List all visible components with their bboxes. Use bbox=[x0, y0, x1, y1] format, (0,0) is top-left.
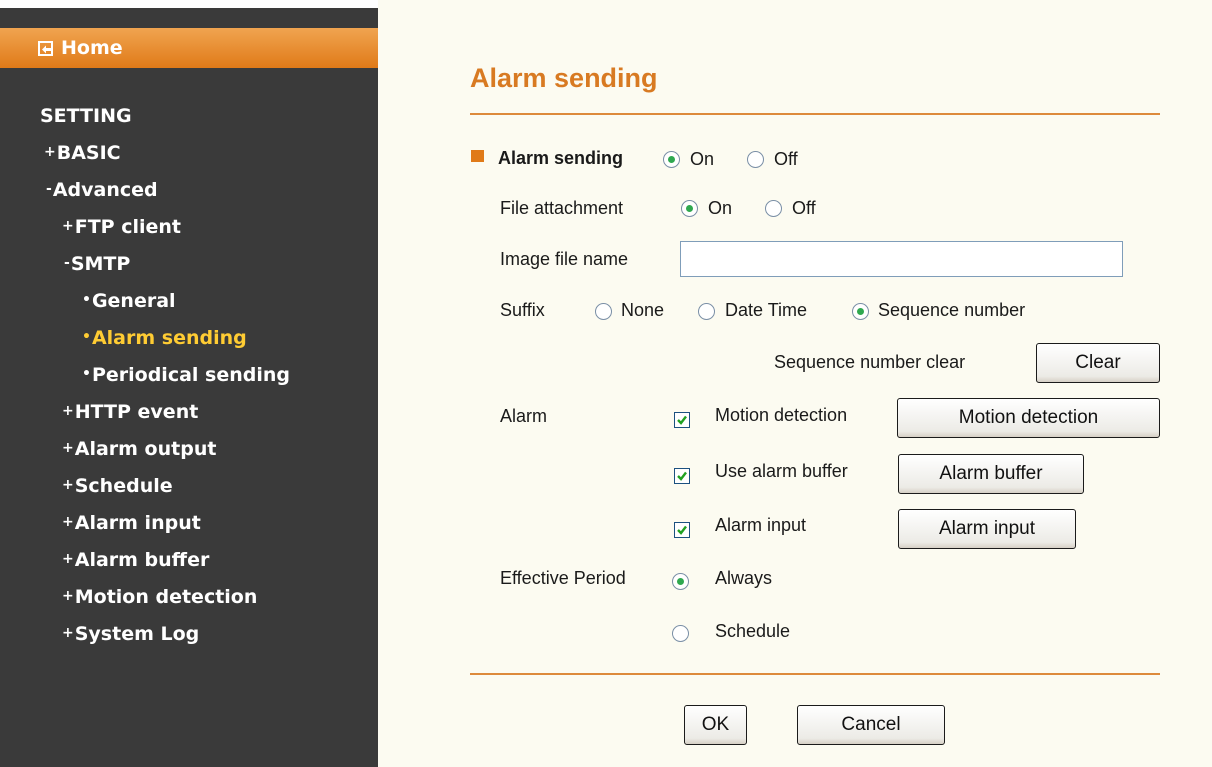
nav-item-general[interactable]: •General bbox=[82, 290, 176, 312]
file-attachment-off-radio[interactable] bbox=[765, 200, 782, 217]
use-alarm-buffer-label: Use alarm buffer bbox=[715, 461, 848, 481]
alarm-input-checkbox[interactable] bbox=[674, 522, 690, 538]
section-bullet-icon bbox=[471, 150, 484, 162]
alarm-buffer-button[interactable]: Alarm buffer bbox=[898, 454, 1084, 494]
checkmark-icon bbox=[677, 525, 687, 535]
sequence-number-clear-label: Sequence number clear bbox=[774, 352, 966, 372]
nav-item-smtp[interactable]: -SMTP bbox=[64, 253, 130, 275]
nav-item-schedule[interactable]: +Schedule bbox=[62, 475, 173, 497]
page-title: Alarm sending bbox=[470, 63, 658, 93]
back-arrow-icon bbox=[38, 40, 53, 56]
alarm-sending-label: Alarm sending bbox=[498, 148, 624, 168]
nav-item-periodical-sending[interactable]: •Periodical sending bbox=[82, 364, 290, 386]
file-attachment-off-label: Off bbox=[792, 198, 816, 218]
nav-item-basic[interactable]: +BASIC bbox=[44, 142, 121, 164]
bottom-divider bbox=[470, 673, 1160, 675]
effective-period-always-label: Always bbox=[715, 568, 773, 588]
suffix-date-time-label: Date Time bbox=[725, 300, 808, 320]
effective-period-schedule-radio[interactable] bbox=[672, 625, 689, 642]
nav-item-alarm-output[interactable]: +Alarm output bbox=[62, 438, 216, 460]
motion-detection-checkbox[interactable] bbox=[674, 412, 690, 428]
suffix-date-time-radio[interactable] bbox=[698, 303, 715, 320]
nav-item-advanced[interactable]: -Advanced bbox=[46, 179, 158, 201]
alarm-input-button[interactable]: Alarm input bbox=[898, 509, 1076, 549]
alarm-sending-on-radio[interactable] bbox=[663, 151, 680, 168]
checkmark-icon bbox=[677, 415, 687, 425]
setting-heading: SETTING bbox=[40, 105, 132, 127]
effective-period-schedule-label: Schedule bbox=[715, 621, 791, 641]
ok-button[interactable]: OK bbox=[684, 705, 747, 745]
suffix-none-label: None bbox=[621, 300, 665, 320]
nav-item-alarm-sending[interactable]: •Alarm sending bbox=[82, 327, 247, 349]
cancel-button[interactable]: Cancel bbox=[797, 705, 945, 745]
file-attachment-on-radio[interactable] bbox=[681, 200, 698, 217]
suffix-label: Suffix bbox=[500, 300, 545, 320]
nav-item-alarm-input[interactable]: +Alarm input bbox=[62, 512, 201, 534]
sidebar: Home SETTING +BASIC -Advanced +FTP clien… bbox=[0, 8, 378, 767]
motion-detection-button[interactable]: Motion detection bbox=[897, 398, 1160, 438]
alarm-sending-off-label: Off bbox=[774, 149, 798, 169]
motion-detection-label: Motion detection bbox=[715, 405, 848, 425]
suffix-sequence-number-label: Sequence number bbox=[878, 300, 1026, 320]
image-file-name-label: Image file name bbox=[500, 249, 629, 269]
nav-item-system-log[interactable]: +System Log bbox=[62, 623, 199, 645]
suffix-sequence-number-radio[interactable] bbox=[852, 303, 869, 320]
nav-item-http-event[interactable]: +HTTP event bbox=[62, 401, 198, 423]
checkmark-icon bbox=[677, 471, 687, 481]
suffix-none-radio[interactable] bbox=[595, 303, 612, 320]
use-alarm-buffer-checkbox[interactable] bbox=[674, 468, 690, 484]
top-divider bbox=[470, 113, 1160, 115]
image-file-name-input[interactable] bbox=[680, 241, 1123, 277]
nav-item-motion-detection[interactable]: +Motion detection bbox=[62, 586, 257, 608]
nav-item-ftp-client[interactable]: +FTP client bbox=[62, 216, 181, 238]
nav-item-alarm-buffer[interactable]: +Alarm buffer bbox=[62, 549, 209, 571]
alarm-label: Alarm bbox=[500, 406, 548, 426]
main-panel: Alarm sending Alarm sending On Off File … bbox=[378, 0, 1212, 767]
effective-period-always-radio[interactable] bbox=[672, 573, 689, 590]
file-attachment-on-label: On bbox=[708, 198, 733, 218]
alarm-sending-off-radio[interactable] bbox=[747, 151, 764, 168]
alarm-input-label: Alarm input bbox=[715, 515, 807, 535]
clear-button[interactable]: Clear bbox=[1036, 343, 1160, 383]
effective-period-label: Effective Period bbox=[500, 568, 626, 588]
home-label: Home bbox=[61, 37, 123, 59]
home-link[interactable]: Home bbox=[0, 28, 378, 68]
file-attachment-label: File attachment bbox=[500, 198, 624, 218]
alarm-sending-on-label: On bbox=[690, 149, 715, 169]
